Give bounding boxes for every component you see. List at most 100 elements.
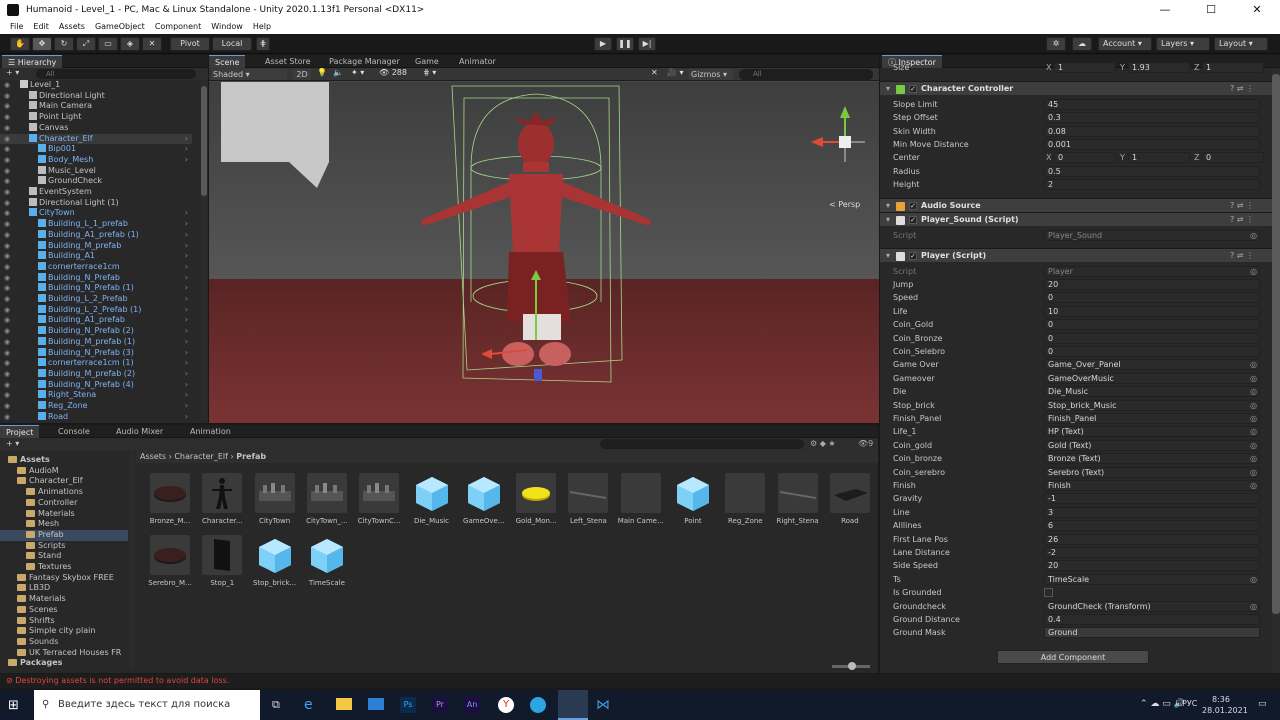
asset-item[interactable]: Reg_Zone: [721, 473, 769, 529]
visibility-icon[interactable]: ◉: [4, 91, 14, 102]
hierarchy-row[interactable]: ◉ Point Light: [0, 112, 192, 123]
component-menu-icons[interactable]: ? ⇌ ⋮: [1230, 199, 1254, 213]
visibility-icon[interactable]: ◉: [4, 251, 14, 262]
folder-item[interactable]: Packages: [0, 658, 128, 669]
hand-tool-icon[interactable]: ✋: [10, 37, 30, 51]
mail-icon[interactable]: [368, 698, 384, 710]
field-value[interactable]: Finish_Panel: [1044, 413, 1260, 424]
hierarchy-row[interactable]: ◉ Building_L_2_Prefab ›: [0, 294, 192, 305]
hierarchy-row[interactable]: ◉ Building_N_Prefab (2) ›: [0, 326, 192, 337]
enable-checkbox[interactable]: ✓: [909, 216, 917, 224]
pivot-button[interactable]: Pivot: [170, 37, 210, 51]
open-prefab-icon[interactable]: ›: [185, 219, 188, 230]
hierarchy-row[interactable]: ◉ Building_M_prefab (1) ›: [0, 336, 192, 348]
layout-dropdown[interactable]: Layout ▾: [1214, 37, 1268, 51]
tab-scene[interactable]: Scene: [209, 55, 246, 68]
open-prefab-icon[interactable]: ›: [185, 241, 188, 252]
open-prefab-icon[interactable]: ›: [185, 273, 188, 284]
foldout-icon[interactable]: ▾: [886, 199, 890, 213]
open-prefab-icon[interactable]: ›: [185, 358, 188, 369]
component-menu-icons[interactable]: ? ⇌ ⋮: [1230, 249, 1254, 263]
open-prefab-icon[interactable]: ›: [185, 369, 188, 380]
notifications-icon[interactable]: ▭: [1258, 699, 1267, 709]
component-menu-icons[interactable]: ? ⇌ ⋮: [1230, 82, 1254, 96]
rect-tool-icon[interactable]: ▭: [98, 37, 118, 51]
audio-source-header[interactable]: ▾ ✓ Audio Source ? ⇌ ⋮: [880, 198, 1272, 212]
visibility-icon[interactable]: ◉: [4, 123, 14, 134]
foldout-icon[interactable]: ▾: [886, 82, 890, 96]
asset-item[interactable]: Stop_1: [198, 535, 246, 591]
open-prefab-icon[interactable]: ›: [185, 315, 188, 326]
player-sound-header[interactable]: ▾ ✓ Player_Sound (Script) ? ⇌ ⋮: [880, 212, 1272, 226]
hierarchy-row[interactable]: ◉ Level_1: [0, 80, 192, 91]
breadcrumb-assets[interactable]: Assets: [140, 452, 166, 461]
account-dropdown[interactable]: Account ▾: [1098, 37, 1152, 51]
hierarchy-row[interactable]: ◉ Directional Light (1): [0, 197, 192, 209]
hierarchy-row[interactable]: ◉ Music_Level: [0, 165, 192, 177]
field-value[interactable]: 3: [1044, 506, 1260, 518]
folder-item[interactable]: Materials: [0, 509, 128, 520]
field-value[interactable]: 0.3: [1044, 112, 1260, 124]
field-value[interactable]: Game_Over_Panel: [1044, 359, 1260, 371]
asset-item[interactable]: Point: [669, 473, 717, 529]
filter-icon[interactable]: ⚙ ◆ ★: [810, 439, 836, 448]
folder-item[interactable]: Scripts: [0, 541, 128, 552]
hierarchy-row[interactable]: ◉ Character_Elf ›: [0, 133, 192, 145]
visibility-icon[interactable]: ◉: [4, 208, 14, 219]
add-icon[interactable]: + ▾: [6, 68, 19, 77]
tab-animation[interactable]: Animation: [184, 425, 237, 438]
visibility-icon[interactable]: ◉: [4, 262, 14, 273]
folder-item[interactable]: Character_Elf: [0, 476, 128, 487]
hierarchy-row[interactable]: ◉ Right_Stena ›: [0, 390, 192, 401]
lighting-icon[interactable]: 💡: [317, 68, 327, 77]
visibility-icon[interactable]: ◉: [4, 219, 14, 230]
visibility-icon[interactable]: ◉: [4, 273, 14, 284]
pause-button[interactable]: ❚❚: [616, 37, 634, 51]
axis-value-y[interactable]: 1.93: [1128, 62, 1190, 73]
breadcrumb-prefab[interactable]: Prefab: [236, 452, 266, 461]
axis-value-y[interactable]: 1: [1128, 152, 1190, 163]
play-button[interactable]: ▶: [594, 37, 612, 51]
visibility-icon[interactable]: ◉: [4, 144, 14, 155]
asset-item[interactable]: Die_Music: [408, 473, 456, 529]
field-value[interactable]: 2: [1044, 179, 1260, 191]
visibility-icon[interactable]: ◉: [4, 315, 14, 326]
hierarchy-row[interactable]: ◉ Building_A1 ›: [0, 251, 192, 262]
hidden-objects-icon[interactable]: 👁 288: [379, 68, 407, 77]
visibility-icon[interactable]: ◉: [4, 412, 14, 420]
tools-icon[interactable]: ✕: [651, 68, 658, 77]
visibility-icon[interactable]: ◉: [4, 369, 14, 380]
field-value[interactable]: 6: [1044, 520, 1260, 532]
field-value[interactable]: 26: [1044, 533, 1260, 545]
axis-value-z[interactable]: 0: [1202, 152, 1264, 163]
field-value[interactable]: 45: [1044, 99, 1260, 110]
unity-taskbar-icon[interactable]: [558, 690, 588, 720]
field-value[interactable]: Stop_brick_Music: [1044, 399, 1260, 411]
visibility-icon[interactable]: ◉: [4, 283, 14, 294]
folder-item[interactable]: AudioM: [0, 466, 128, 477]
folder-item[interactable]: Prefab: [0, 529, 128, 541]
folder-item[interactable]: LB3D: [0, 583, 128, 594]
taskbar-search-input[interactable]: ⚲ Введите здесь текст для поиска: [34, 690, 260, 720]
language-indicator[interactable]: РУС: [1182, 699, 1197, 708]
hierarchy-row[interactable]: ◉ Main Camera: [0, 101, 192, 112]
2d-toggle[interactable]: 2D: [293, 69, 311, 80]
asset-item[interactable]: Right_Stena: [774, 473, 822, 529]
task-view-icon[interactable]: ⧉: [272, 698, 280, 712]
field-value[interactable]: Player_Sound: [1044, 230, 1260, 241]
folder-item[interactable]: Sounds: [0, 637, 128, 648]
visibility-icon[interactable]: ◉: [4, 337, 14, 348]
visibility-icon[interactable]: ◉: [4, 187, 14, 198]
visibility-icon[interactable]: ◉: [4, 112, 14, 123]
visibility-icon[interactable]: ◉: [4, 305, 14, 316]
hierarchy-row[interactable]: ◉ Building_L_1_prefab ›: [0, 219, 192, 230]
field-value[interactable]: Ground: [1044, 627, 1260, 639]
open-prefab-icon[interactable]: ›: [185, 401, 188, 412]
scene-search-input[interactable]: All: [739, 69, 873, 80]
field-value[interactable]: Gold (Text): [1044, 439, 1260, 451]
field-value[interactable]: Die_Music: [1044, 386, 1260, 398]
asset-item[interactable]: Gold_Mon...: [512, 473, 560, 529]
step-button[interactable]: ▶|: [638, 37, 656, 51]
shading-dropdown[interactable]: Shaded ▾: [211, 69, 287, 80]
visibility-icon[interactable]: ◉: [4, 241, 14, 252]
